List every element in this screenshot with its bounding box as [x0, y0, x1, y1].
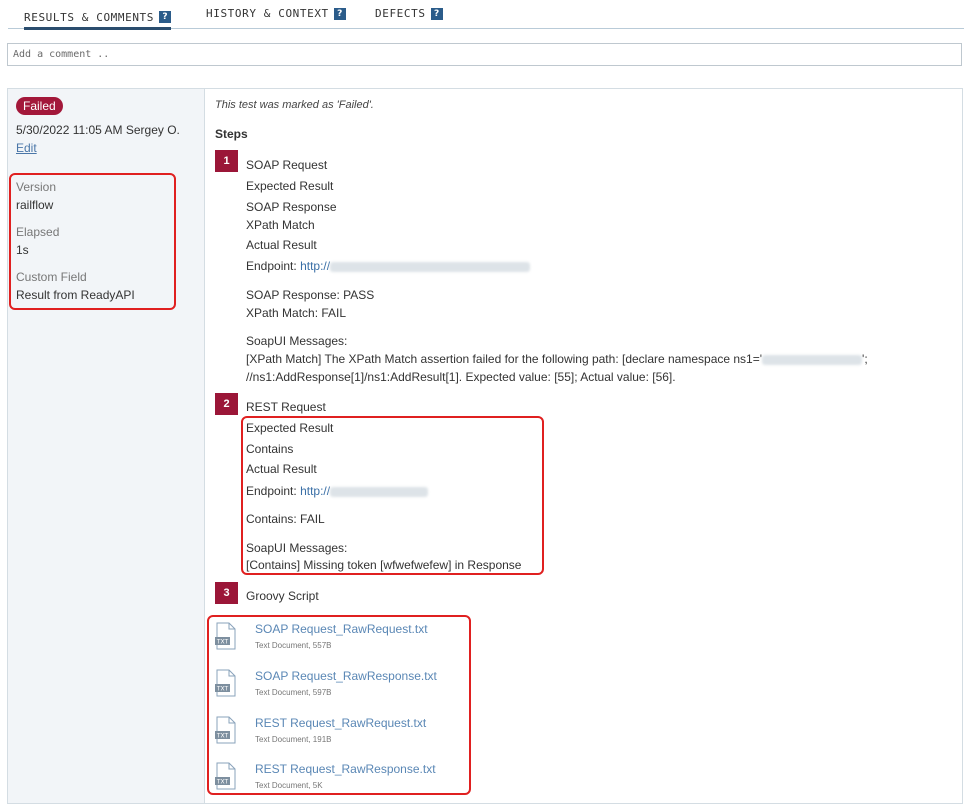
steps-heading: Steps	[215, 127, 248, 141]
step-title: SOAP Request	[246, 158, 328, 172]
help-icon[interactable]: ?	[159, 11, 172, 23]
help-icon[interactable]: ?	[430, 7, 443, 20]
endpoint-row: Endpoint: http://	[246, 259, 531, 273]
endpoint-link[interactable]: http://	[300, 484, 330, 498]
xpath-match-label: XPath Match	[246, 218, 315, 232]
actual-result-label: Actual Result	[246, 462, 317, 476]
redacted-namespace	[762, 354, 863, 365]
attachment-name[interactable]: REST Request_RawRequest.txt	[255, 716, 426, 730]
message-line: [Contains] Missing token [wfwefwefew] in…	[246, 558, 522, 572]
tab-defects[interactable]: DEFECTS ?	[375, 7, 443, 20]
step-number: 3	[215, 582, 238, 604]
result-panel: Failed 5/30/2022 11:05 AM Sergey O. Edit…	[7, 88, 963, 804]
tab-bar: RESULTS & COMMENTS ? HISTORY & CONTEXT ?…	[8, 0, 964, 30]
endpoint-row: Endpoint: http://	[246, 484, 429, 498]
xpath-match-result: XPath Match: FAIL	[246, 306, 347, 320]
tab-history-context[interactable]: HISTORY & CONTEXT ?	[206, 7, 346, 20]
soap-response-label: SOAP Response	[246, 200, 337, 214]
step-number: 2	[215, 393, 238, 415]
field-value-version: railflow	[16, 198, 54, 212]
comment-input[interactable]	[8, 44, 961, 65]
result-content: This test was marked as 'Failed'. Steps …	[205, 89, 962, 803]
step-title: Groovy Script	[246, 589, 319, 603]
attachment-item[interactable]: TXT REST Request_RawRequest.txt Text Doc…	[215, 716, 475, 754]
result-sidebar: Failed 5/30/2022 11:05 AM Sergey O. Edit…	[8, 89, 205, 803]
comment-box	[7, 43, 962, 66]
txt-file-icon: TXT	[215, 716, 236, 744]
attachment-meta: Text Document, 597B	[255, 688, 332, 697]
field-value-custom: Result from ReadyAPI	[16, 288, 135, 302]
message-text-end: ';	[862, 352, 868, 366]
messages-label: SoapUI Messages:	[246, 541, 348, 555]
messages-label: SoapUI Messages:	[246, 334, 348, 348]
edit-link[interactable]: Edit	[16, 141, 37, 155]
txt-file-icon: TXT	[215, 622, 236, 650]
message-text: [XPath Match] The XPath Match assertion …	[246, 352, 763, 366]
message-line: //ns1:AddResponse[1]/ns1:AddResult[1]. E…	[246, 370, 676, 384]
svg-text:TXT: TXT	[216, 733, 229, 740]
attachment-item[interactable]: TXT SOAP Request_RawRequest.txt Text Doc…	[215, 622, 475, 660]
step-title: REST Request	[246, 400, 326, 414]
status-text: This test was marked as 'Failed'.	[215, 99, 374, 111]
attachment-item[interactable]: TXT REST Request_RawResponse.txt Text Do…	[215, 762, 475, 800]
svg-text:TXT: TXT	[216, 779, 229, 786]
endpoint-link[interactable]: http://	[300, 259, 330, 273]
svg-text:TXT: TXT	[216, 639, 229, 646]
result-date-user: 5/30/2022 11:05 AM Sergey O.	[16, 123, 180, 137]
step-number: 1	[215, 150, 238, 172]
help-icon[interactable]: ?	[333, 7, 346, 20]
field-label-version: Version	[16, 180, 57, 194]
actual-result-label: Actual Result	[246, 238, 317, 252]
expected-result-label: Expected Result	[246, 179, 334, 193]
status-badge: Failed	[16, 97, 63, 115]
attachment-name[interactable]: REST Request_RawResponse.txt	[255, 762, 436, 776]
tab-label: HISTORY & CONTEXT	[206, 7, 329, 20]
txt-file-icon: TXT	[215, 669, 236, 697]
svg-text:TXT: TXT	[216, 686, 229, 693]
attachment-meta: Text Document, 5K	[255, 781, 323, 790]
txt-file-icon: TXT	[215, 762, 236, 790]
field-label-elapsed: Elapsed	[16, 225, 60, 239]
attachment-meta: Text Document, 557B	[255, 641, 332, 650]
endpoint-label: Endpoint:	[246, 484, 297, 498]
contains-label: Contains	[246, 442, 294, 456]
field-value-elapsed: 1s	[16, 243, 29, 257]
attachment-name[interactable]: SOAP Request_RawResponse.txt	[255, 669, 437, 683]
tab-label: RESULTS & COMMENTS	[24, 10, 155, 24]
redacted-url	[330, 261, 531, 272]
redacted-url	[330, 486, 429, 497]
attachment-name[interactable]: SOAP Request_RawRequest.txt	[255, 622, 428, 636]
endpoint-label: Endpoint:	[246, 259, 297, 273]
attachment-meta: Text Document, 191B	[255, 735, 332, 744]
expected-result-label: Expected Result	[246, 421, 334, 435]
attachment-item[interactable]: TXT SOAP Request_RawResponse.txt Text Do…	[215, 669, 475, 707]
field-label-custom: Custom Field	[16, 270, 87, 284]
message-line: [XPath Match] The XPath Match assertion …	[246, 352, 868, 366]
tab-label: DEFECTS	[375, 7, 426, 20]
contains-result: Contains: FAIL	[246, 512, 325, 526]
soap-response-result: SOAP Response: PASS	[246, 288, 375, 302]
tab-results-comments[interactable]: RESULTS & COMMENTS ?	[24, 7, 172, 30]
